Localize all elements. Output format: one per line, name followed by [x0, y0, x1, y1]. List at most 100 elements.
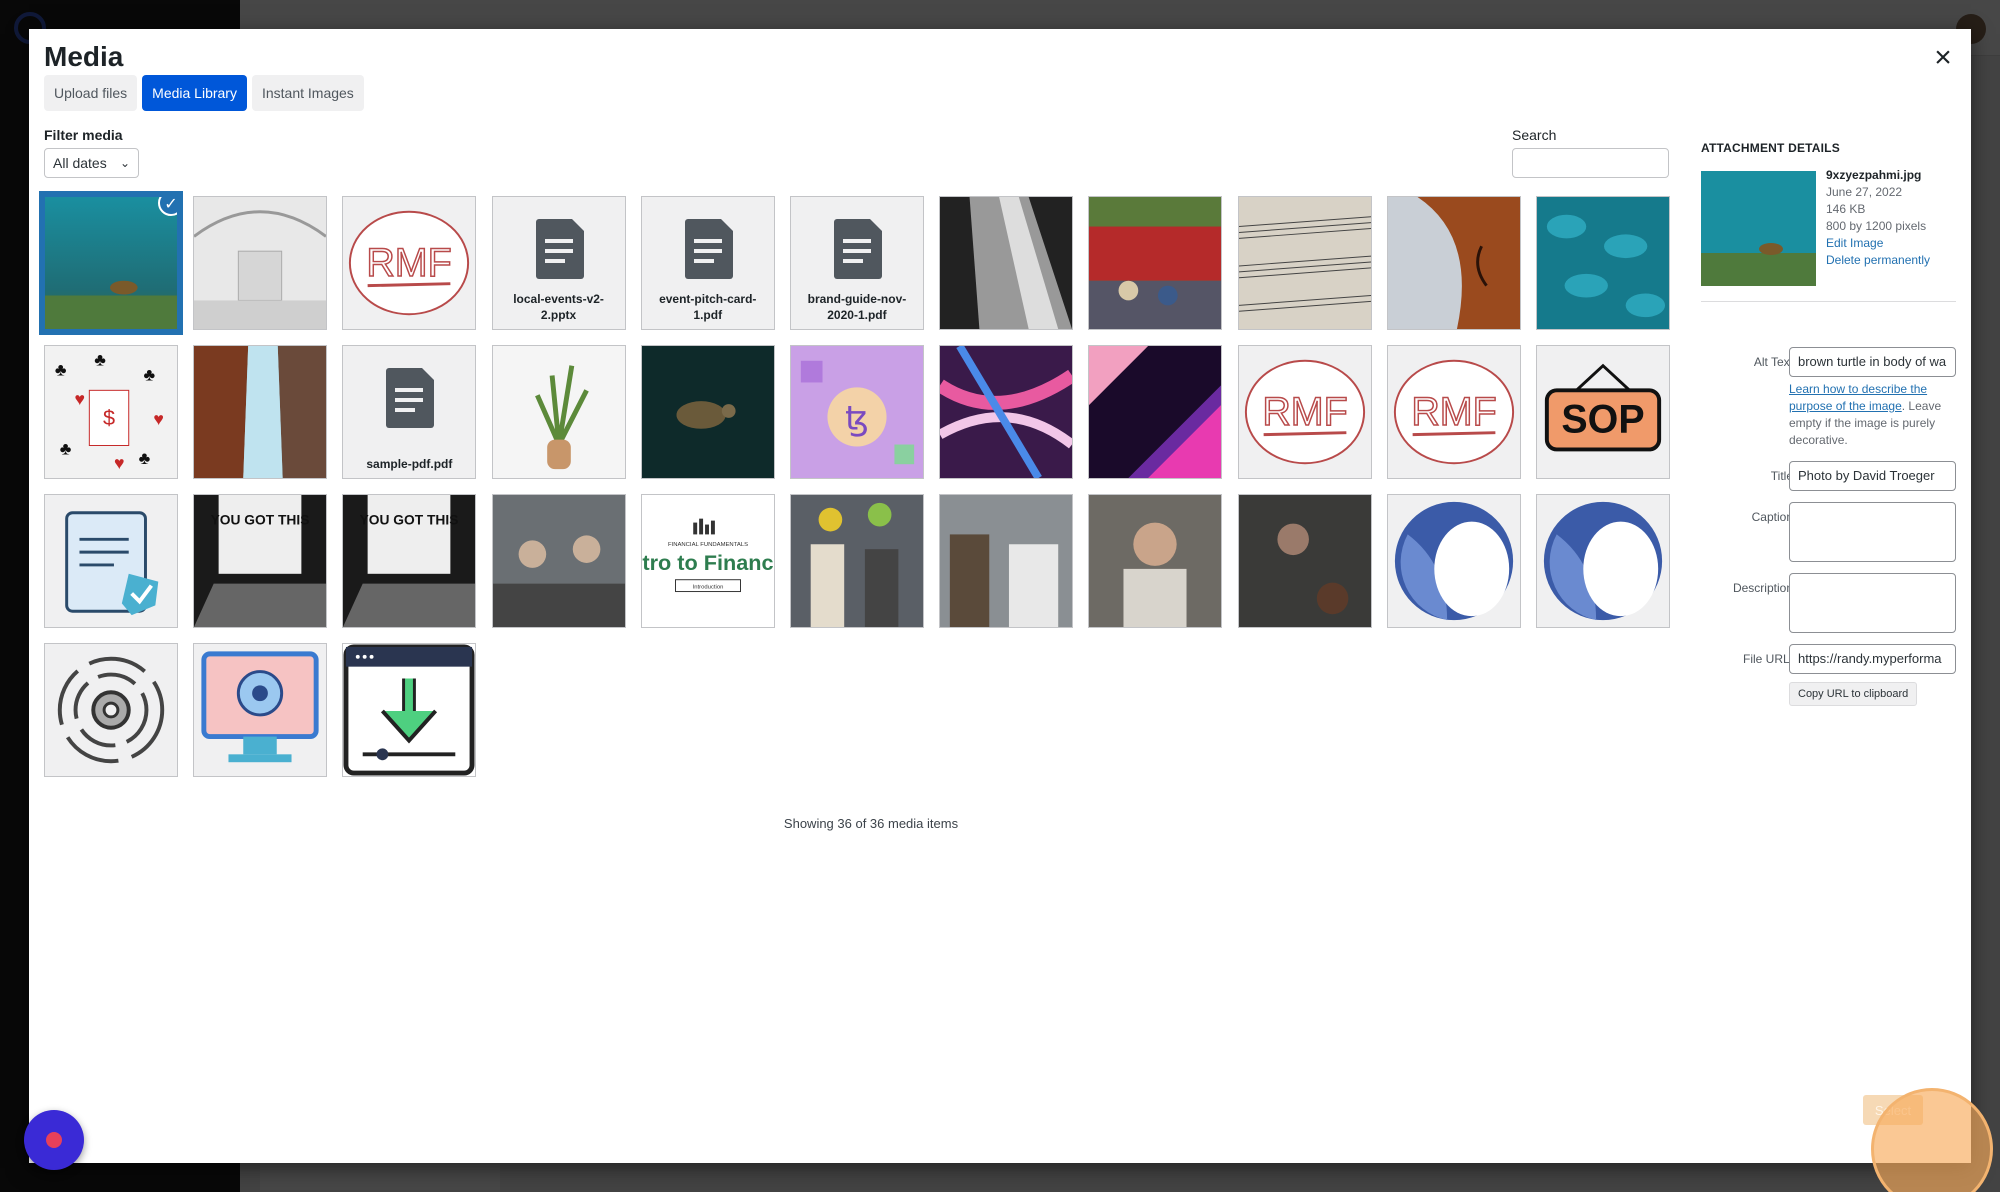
- media-item-photo[interactable]: [491, 345, 626, 479]
- modal-title: Media: [44, 41, 124, 72]
- media-item-photo[interactable]: [193, 345, 328, 479]
- rmf-logo-text: RMF: [1262, 390, 1347, 434]
- media-item-turtle[interactable]: ✓: [42, 194, 180, 332]
- delete-permanently-link[interactable]: Delete permanently: [1826, 252, 1930, 269]
- svg-text:♥: ♥: [114, 453, 125, 473]
- tab-upload-files[interactable]: Upload files: [44, 75, 138, 111]
- attachment-dimensions: 800 by 1200 pixels: [1826, 219, 1927, 233]
- alt-text-label: Alt Text: [1753, 355, 1793, 369]
- media-item-photo[interactable]: [939, 345, 1074, 479]
- attachment-filename: 9xzyezpahmi.jpg: [1826, 168, 1922, 182]
- file-url-label: File URL:: [1742, 652, 1793, 666]
- lightbox-text: YOU GOT THIS: [360, 513, 459, 528]
- media-item-photo[interactable]: [1088, 494, 1223, 628]
- tab-media-library[interactable]: Media Library: [142, 75, 247, 111]
- rmf-logo-text: RMF: [367, 241, 452, 285]
- media-item-rmf-logo[interactable]: RMF: [342, 196, 477, 330]
- alt-text-field[interactable]: brown turtle in body of wa: [1789, 347, 1956, 377]
- svg-text:ꜩ: ꜩ: [845, 401, 869, 438]
- media-item-photo[interactable]: [491, 494, 626, 628]
- slide-button: Introduction: [692, 585, 723, 591]
- media-item-photo[interactable]: ♣ ♣ ♣ ♣ ♣ ♥ ♥ ♥ $: [44, 345, 178, 479]
- document-icon: [684, 219, 733, 279]
- attachment-size: 146 KB: [1826, 202, 1866, 216]
- document-filename: event-pitch-card-1.pdf: [659, 292, 757, 322]
- media-tabs: Upload files Media Library Instant Image…: [44, 75, 364, 111]
- media-item-rmf-logo[interactable]: RMF: [1386, 345, 1521, 479]
- date-filter-value: All dates: [53, 155, 107, 171]
- copy-url-button[interactable]: Copy URL to clipboard: [1789, 682, 1918, 706]
- media-item-document[interactable]: local-events-v2-2.pptx: [491, 196, 626, 330]
- svg-text:♥: ♥: [75, 389, 86, 409]
- svg-text:♣: ♣: [139, 448, 151, 468]
- media-item-monitor-illustration[interactable]: [193, 643, 328, 777]
- media-item-photo[interactable]: [939, 494, 1074, 628]
- document-icon: [833, 219, 882, 279]
- title-field[interactable]: Photo by David Troeger: [1789, 461, 1956, 491]
- media-item-photo[interactable]: [1386, 196, 1521, 330]
- caption-label: Caption: [1751, 510, 1793, 524]
- media-item-photo[interactable]: [1237, 196, 1372, 330]
- document-filename: local-events-v2-2.pptx: [513, 292, 604, 322]
- slide-headline: tro to Financ: [642, 550, 773, 575]
- attachment-info: 9xzyezpahmi.jpg June 27, 2022 146 KB 800…: [1826, 167, 1930, 269]
- search-input[interactable]: [1512, 148, 1669, 178]
- media-item-gear-illustration[interactable]: [44, 643, 178, 777]
- media-item-museum[interactable]: [193, 196, 328, 330]
- sop-text: SOP: [1561, 398, 1644, 442]
- alt-text-help: Learn how to describe the purpose of the…: [1789, 381, 1959, 449]
- media-item-document[interactable]: brand-guide-nov-2020-1.pdf: [789, 196, 924, 330]
- edit-image-link[interactable]: Edit Image: [1826, 235, 1930, 252]
- attachment-date: June 27, 2022: [1826, 185, 1903, 199]
- chevron-down-icon: ⌄: [119, 156, 130, 170]
- title-label: Title: [1770, 469, 1793, 483]
- file-url-field[interactable]: https://randy.myperforma: [1789, 644, 1956, 674]
- svg-text:♣: ♣: [60, 438, 72, 458]
- document-icon: [535, 219, 584, 279]
- attachment-thumbnail: [1701, 171, 1816, 286]
- svg-text:♣: ♣: [55, 360, 67, 380]
- svg-text:$: $: [103, 405, 115, 430]
- description-field[interactable]: [1789, 573, 1956, 633]
- media-item-sop-illustration[interactable]: SOP: [1535, 345, 1670, 479]
- media-item-photo[interactable]: [1088, 196, 1223, 330]
- tab-instant-images[interactable]: Instant Images: [251, 75, 364, 111]
- document-filename: sample-pdf.pdf: [366, 457, 453, 471]
- media-item-document[interactable]: sample-pdf.pdf: [342, 345, 477, 479]
- media-item-illustration[interactable]: ꜩ: [789, 345, 924, 479]
- close-icon: ×: [1934, 41, 1952, 74]
- slide-brand: FINANCIAL FUNDAMENTALS: [668, 542, 748, 548]
- media-count-text: Showing 36 of 36 media items: [783, 816, 959, 831]
- svg-text:♣: ♣: [144, 364, 156, 384]
- media-item-photo[interactable]: [939, 196, 1074, 330]
- media-item-photo[interactable]: [640, 345, 775, 479]
- attachment-details-heading: ATTACHMENT DETAILS: [1701, 141, 1840, 155]
- media-item-you-got-this[interactable]: YOU GOT THIS: [193, 494, 328, 628]
- media-item-finance-slide[interactable]: FINANCIAL FUNDAMENTALS tro to Financ Int…: [640, 494, 775, 628]
- caption-field[interactable]: [1789, 502, 1956, 562]
- rmf-logo-text: RMF: [1411, 390, 1496, 434]
- description-label: Description: [1732, 581, 1793, 595]
- svg-text:♣: ♣: [94, 350, 106, 370]
- details-separator: [1701, 301, 1956, 302]
- media-item-photo[interactable]: [789, 494, 924, 628]
- floating-action-button[interactable]: [24, 1110, 84, 1170]
- media-item-document[interactable]: event-pitch-card-1.pdf: [640, 196, 775, 330]
- media-item-circle-logo[interactable]: [1535, 494, 1670, 628]
- lightbox-text: YOU GOT THIS: [211, 513, 310, 528]
- media-item-rmf-logo[interactable]: RMF: [1237, 345, 1372, 479]
- media-modal: Media × Upload files Media Library Insta…: [29, 29, 1971, 1163]
- media-item-you-got-this[interactable]: YOU GOT THIS: [342, 494, 477, 628]
- attachment-details-panel: ATTACHMENT DETAILS 9xzyezpahmi.jpg June …: [1701, 127, 1971, 706]
- media-item-download-illustration[interactable]: [342, 643, 477, 777]
- document-filename: brand-guide-nov-2020-1.pdf: [807, 292, 907, 322]
- close-modal-button[interactable]: ×: [1925, 39, 1961, 75]
- media-item-photo[interactable]: [1535, 196, 1670, 330]
- document-icon: [386, 368, 435, 428]
- date-filter-select[interactable]: All dates ⌄: [44, 148, 139, 178]
- svg-text:♥: ♥: [153, 409, 164, 429]
- media-item-photo[interactable]: [1237, 494, 1372, 628]
- media-item-photo[interactable]: [1088, 345, 1223, 479]
- media-item-circle-logo[interactable]: [1386, 494, 1521, 628]
- media-item-clipboard-illustration[interactable]: [44, 494, 178, 628]
